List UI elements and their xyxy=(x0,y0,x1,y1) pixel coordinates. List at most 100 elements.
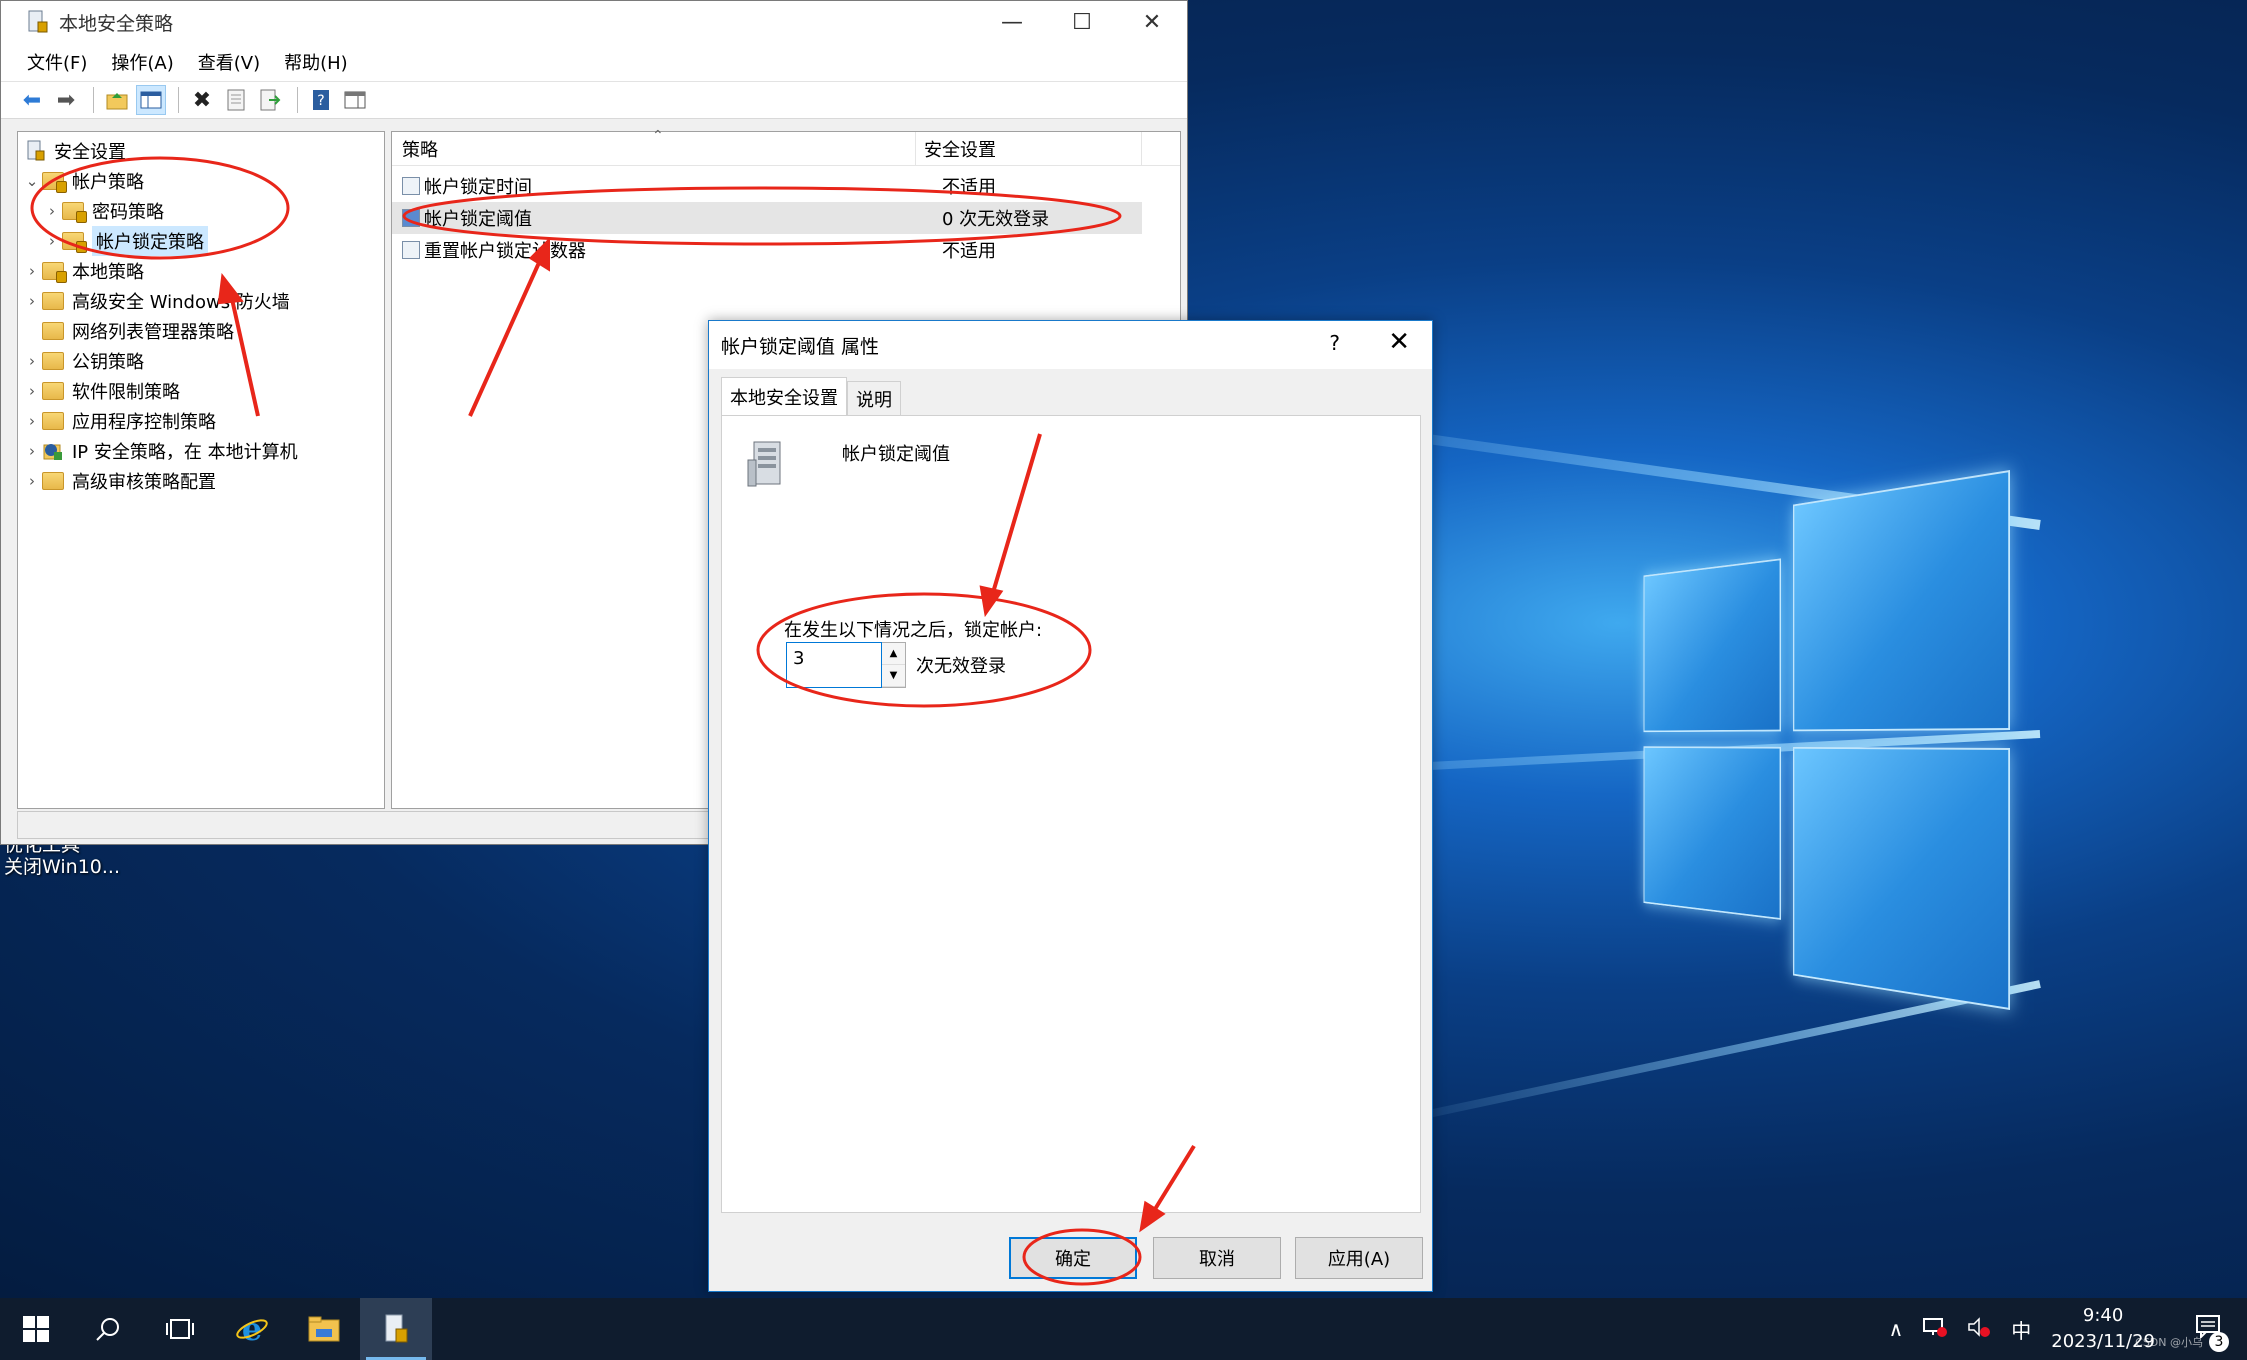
file-explorer-button[interactable] xyxy=(288,1298,360,1360)
chevron-up-icon[interactable]: ∧ xyxy=(1889,1317,1904,1341)
spin-up-icon[interactable]: ▲ xyxy=(882,643,905,665)
sort-ascending-icon: ⌃ xyxy=(652,128,664,144)
server-icon xyxy=(746,440,786,488)
export-list-icon[interactable] xyxy=(255,85,285,115)
chevron-right-icon[interactable]: › xyxy=(22,262,42,280)
menu-view[interactable]: 查看(V) xyxy=(198,49,260,75)
chevron-down-icon[interactable]: ⌄ xyxy=(22,172,42,190)
chevron-right-icon[interactable]: › xyxy=(42,202,62,220)
row-setting-value: 不适用 xyxy=(942,177,996,198)
logo-pane xyxy=(1643,558,1781,733)
tree-item-network-list[interactable]: 网络列表管理器策略 xyxy=(18,316,384,346)
dialog-close-button[interactable]: ✕ xyxy=(1388,327,1410,357)
navigation-tree: 安全设置 ⌄ 帐户策略 › 密码策略 › 帐户锁定策略 › 本地策略 › 高级安… xyxy=(17,131,385,809)
show-hide-tree-icon[interactable] xyxy=(136,85,166,115)
tree-item-ip-security[interactable]: › IP 安全策略，在 本地计算机 xyxy=(18,436,384,466)
desktop-shortcut-label[interactable]: 关闭Win10... xyxy=(4,852,120,879)
column-header-setting[interactable]: 安全设置 xyxy=(916,131,1142,166)
svg-text:e: e xyxy=(242,1312,262,1346)
dialog-title: 帐户锁定阈值 属性 xyxy=(721,335,880,358)
notification-count-badge: 3 xyxy=(2209,1332,2229,1352)
tree-item-root[interactable]: 安全设置 xyxy=(18,136,384,166)
tree-item-advanced-audit[interactable]: › 高级审核策略配置 xyxy=(18,466,384,496)
close-button[interactable]: ✕ xyxy=(1117,1,1187,43)
row-setting-value: 0 次无效登录 xyxy=(942,209,1050,230)
row-setting-value: 不适用 xyxy=(942,241,996,262)
folder-icon xyxy=(42,322,64,340)
ime-indicator[interactable]: 中 xyxy=(2011,1315,2031,1344)
help-icon[interactable]: ? xyxy=(306,85,336,115)
local-security-policy-taskbar-button[interactable] xyxy=(360,1298,432,1360)
tree-item-firewall[interactable]: › 高级安全 Windows 防火墙 xyxy=(18,286,384,316)
menu-help[interactable]: 帮助(H) xyxy=(284,49,348,75)
light-beam xyxy=(1374,980,2041,1130)
chevron-right-icon[interactable]: › xyxy=(22,382,42,400)
list-row[interactable]: 帐户锁定时间 不适用 xyxy=(392,170,1180,202)
folder-lock-icon xyxy=(42,262,67,283)
list-row[interactable]: 重置帐户锁定计数器 不适用 xyxy=(392,234,1180,266)
internet-explorer-button[interactable]: e xyxy=(216,1298,288,1360)
lockout-threshold-label: 在发生以下情况之后，锁定帐户: xyxy=(784,620,1043,641)
delete-icon[interactable]: ✖ xyxy=(187,85,217,115)
tree-item-software-restriction[interactable]: › 软件限制策略 xyxy=(18,376,384,406)
forward-arrow-icon[interactable]: ➡ xyxy=(51,85,81,115)
folder-icon xyxy=(42,382,64,400)
dialog-policy-name: 帐户锁定阈值 xyxy=(842,444,950,465)
policy-item-icon xyxy=(402,241,420,259)
system-tray: ∧ 中 9:40 2023/11/29 3 xyxy=(1889,1298,2247,1360)
security-policy-icon xyxy=(385,1314,408,1343)
minimize-button[interactable]: — xyxy=(977,1,1047,43)
dialog-title-bar[interactable]: 帐户锁定阈值 属性 ? ✕ xyxy=(709,321,1432,369)
apply-button[interactable]: 应用(A) xyxy=(1295,1237,1423,1279)
maximize-button[interactable]: ☐ xyxy=(1047,1,1117,43)
toolbar: ⬅ ➡ ✖ ? xyxy=(1,81,1187,119)
properties-icon[interactable] xyxy=(221,85,251,115)
windows-start-icon xyxy=(23,1316,49,1342)
list-header: ⌃ 策略 安全设置 xyxy=(392,128,1180,166)
ok-button[interactable]: 确定 xyxy=(1009,1237,1137,1279)
chevron-right-icon[interactable]: › xyxy=(42,232,62,250)
tree-item-local-policies[interactable]: › 本地策略 xyxy=(18,256,384,286)
chevron-right-icon[interactable]: › xyxy=(22,412,42,430)
folder-lock-icon xyxy=(62,202,87,223)
row-policy-name: 重置帐户锁定计数器 xyxy=(424,241,586,262)
action-pane-icon[interactable] xyxy=(340,85,370,115)
tree-item-app-control[interactable]: › 应用程序控制策略 xyxy=(18,406,384,436)
tab-local-security-setting[interactable]: 本地安全设置 xyxy=(721,377,847,415)
spin-buttons: ▲ ▼ xyxy=(882,642,906,688)
tree-label: 本地策略 xyxy=(72,262,144,283)
cancel-button[interactable]: 取消 xyxy=(1153,1237,1281,1279)
window-title: 本地安全策略 xyxy=(59,12,174,35)
up-folder-icon[interactable] xyxy=(102,85,132,115)
start-button[interactable] xyxy=(0,1298,72,1360)
chevron-right-icon[interactable]: › xyxy=(22,472,42,490)
list-row[interactable]: 帐户锁定阈值 0 次无效登录 xyxy=(392,202,1142,234)
internet-explorer-icon: e xyxy=(236,1312,268,1346)
help-button[interactable]: ? xyxy=(1329,331,1340,355)
task-view-button[interactable] xyxy=(144,1298,216,1360)
chevron-right-icon[interactable]: › xyxy=(22,292,42,310)
tree-label: 高级安全 Windows 防火墙 xyxy=(72,292,290,313)
search-button[interactable] xyxy=(72,1298,144,1360)
threshold-input[interactable] xyxy=(786,642,882,688)
tree-label: 帐户策略 xyxy=(72,172,144,193)
network-icon[interactable] xyxy=(1923,1317,1948,1342)
chevron-right-icon[interactable]: › xyxy=(22,352,42,370)
tree-item-account-lockout-policy[interactable]: › 帐户锁定策略 xyxy=(18,226,384,256)
chevron-right-icon[interactable]: › xyxy=(22,442,42,460)
folder-icon xyxy=(42,292,64,310)
back-arrow-icon[interactable]: ⬅ xyxy=(17,85,47,115)
tab-explain[interactable]: 说明 xyxy=(847,381,901,415)
toolbar-separator xyxy=(178,87,179,113)
tree-item-account-policies[interactable]: ⌄ 帐户策略 xyxy=(18,166,384,196)
folder-lock-icon xyxy=(62,232,87,253)
title-bar[interactable]: 本地安全策略 — ☐ ✕ xyxy=(1,1,1187,43)
menu-action[interactable]: 操作(A) xyxy=(111,49,173,75)
spin-down-icon[interactable]: ▼ xyxy=(882,665,905,687)
tree-label: 公钥策略 xyxy=(72,352,144,373)
menu-file[interactable]: 文件(F) xyxy=(27,49,87,75)
tree-item-password-policy[interactable]: › 密码策略 xyxy=(18,196,384,226)
lockout-threshold-properties-dialog: 帐户锁定阈值 属性 ? ✕ 本地安全设置 说明 帐户锁定阈值 在发生以下情况之后… xyxy=(708,320,1433,1292)
volume-icon[interactable] xyxy=(1967,1316,1991,1342)
tree-item-public-key[interactable]: › 公钥策略 xyxy=(18,346,384,376)
